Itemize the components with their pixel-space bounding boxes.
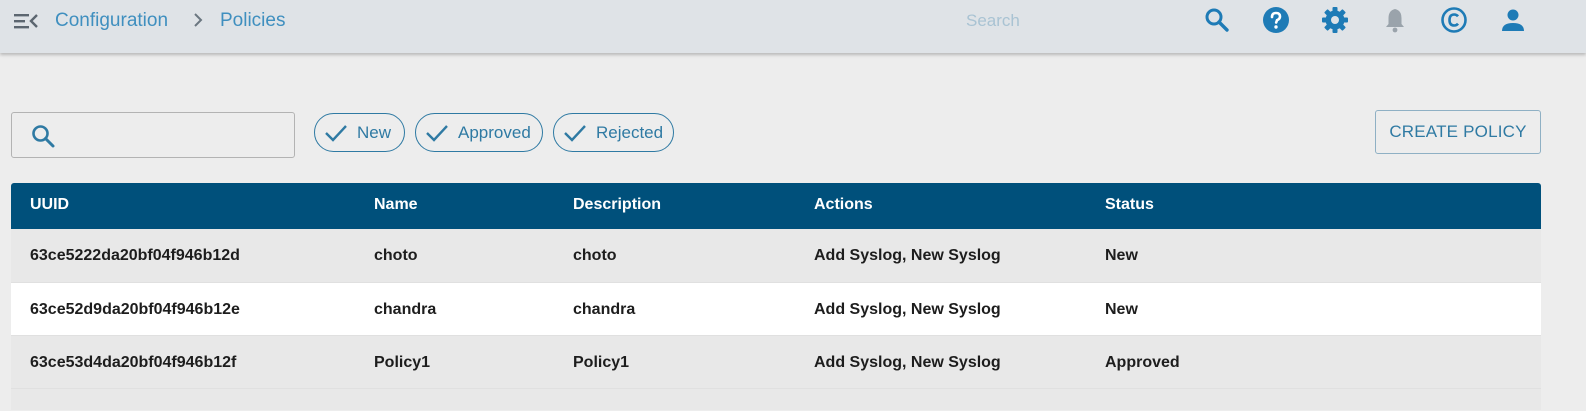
uuid-cell: 63ce53d4da20bf04f946b12f xyxy=(30,354,237,371)
status-cell: New xyxy=(1105,247,1138,264)
name-cell: Policy1 xyxy=(374,354,431,371)
menu-collapse-icon[interactable] xyxy=(13,11,39,31)
user-account-icon[interactable] xyxy=(1499,6,1527,34)
column-header-status[interactable]: Status xyxy=(1105,196,1154,214)
create-policy-button[interactable]: CREATE POLICY xyxy=(1375,110,1541,154)
policies-table: UUID Name Description Actions Status 63c… xyxy=(11,183,1541,410)
name-cell: choto xyxy=(374,247,418,264)
checkmark-icon xyxy=(325,125,347,142)
uuid-cell: 63ce52d9da20bf04f946b12e xyxy=(30,301,240,318)
filter-chip-label: Approved xyxy=(458,123,531,142)
table-row[interactable]: 63ce5222da20bf04f946b12d choto choto Add… xyxy=(11,229,1541,282)
settings-gear-icon[interactable] xyxy=(1321,6,1349,34)
bell-icon[interactable] xyxy=(1381,6,1409,34)
copyright-icon[interactable] xyxy=(1440,6,1468,34)
description-cell: Policy1 xyxy=(573,354,630,371)
checkmark-icon xyxy=(426,125,448,142)
global-search-input[interactable] xyxy=(966,6,1186,36)
filter-chip-approved[interactable]: Approved xyxy=(415,113,543,152)
policy-filter-search[interactable] xyxy=(11,112,295,158)
search-icon[interactable] xyxy=(1203,6,1231,34)
column-header-uuid[interactable]: UUID xyxy=(30,196,69,214)
column-header-actions[interactable]: Actions xyxy=(814,196,873,214)
actions-cell: Add Syslog, New Syslog xyxy=(814,354,1001,371)
filter-chip-rejected[interactable]: Rejected xyxy=(553,113,674,152)
column-header-description[interactable]: Description xyxy=(573,196,661,214)
policy-filter-input[interactable] xyxy=(68,121,288,149)
top-app-bar: Configuration Policies xyxy=(0,0,1586,53)
filter-chip-label: Rejected xyxy=(596,123,664,142)
status-cell: Approved xyxy=(1105,354,1180,371)
table-row[interactable]: 63ce52d9da20bf04f946b12e chandra chandra… xyxy=(11,282,1541,335)
column-header-name[interactable]: Name xyxy=(374,196,418,214)
filter-chip-label: New xyxy=(357,123,392,142)
table-row-partial xyxy=(11,388,1541,410)
breadcrumb-current-page: Policies xyxy=(220,10,286,31)
filter-chip-new[interactable]: New xyxy=(314,113,405,152)
name-cell: chandra xyxy=(374,301,437,318)
actions-cell: Add Syslog, New Syslog xyxy=(814,301,1001,318)
uuid-cell: 63ce5222da20bf04f946b12d xyxy=(30,247,240,264)
description-cell: chandra xyxy=(573,301,636,318)
table-header: UUID Name Description Actions Status xyxy=(11,183,1541,229)
chevron-right-icon xyxy=(194,13,203,27)
search-icon xyxy=(32,125,55,148)
status-cell: New xyxy=(1105,301,1138,318)
checkmark-icon xyxy=(564,125,586,142)
breadcrumb-configuration-link[interactable]: Configuration xyxy=(55,10,168,32)
actions-cell: Add Syslog, New Syslog xyxy=(814,247,1001,264)
table-row[interactable]: 63ce53d4da20bf04f946b12f Policy1 Policy1… xyxy=(11,335,1541,388)
description-cell: choto xyxy=(573,247,617,264)
help-icon[interactable] xyxy=(1262,6,1290,34)
